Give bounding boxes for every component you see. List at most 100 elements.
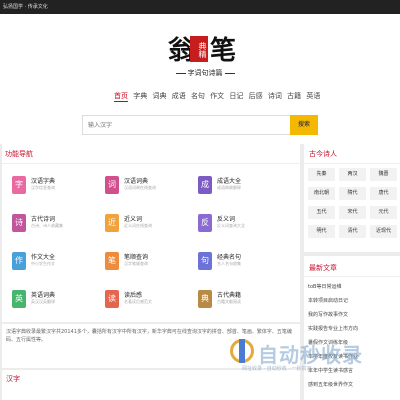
func-item[interactable]: 词 汉语词典 汉语词典在线查询 xyxy=(105,176,195,204)
articles-title: 最新文章 xyxy=(309,264,337,272)
article-link[interactable]: 我的写作故事作文 xyxy=(308,311,348,318)
func-desc: 近义词在线查询 xyxy=(124,223,152,228)
func-item[interactable]: 诗 古代诗词 古诗、诗人收藏集 xyxy=(12,214,102,242)
func-name: 古代诗词 xyxy=(31,216,56,223)
divider xyxy=(304,163,400,164)
func-desc: 成语典故解释 xyxy=(217,185,241,190)
dynasty-link[interactable]: 魏晋 xyxy=(370,168,397,181)
logo-tagline: 字词句诗篇 xyxy=(160,68,250,78)
top-bar: 弘扬国学 · 传承文化 xyxy=(0,0,400,14)
nav-cidian[interactable]: 词典 xyxy=(152,91,166,101)
english-icon: 英 xyxy=(12,290,26,308)
nav-mingju[interactable]: 名句 xyxy=(191,91,205,101)
site-logo[interactable]: 翁 典精 笔 字词句诗篇 xyxy=(160,30,250,86)
hanzi-title: 汉字 xyxy=(6,375,20,383)
articles-panel: 最新文章 toB等日常运维 本转项目启动日记 我的写作故事作文 实践报告专业上市… xyxy=(304,256,400,400)
zidian-icon: 字 xyxy=(12,176,26,194)
function-nav-panel: 功能导航 字 汉语字典 汉字信息查询 词 汉语词典 汉语词典在线查询 成 成语大… xyxy=(2,142,300,322)
watermark: 自动秒收录 网址收录 · 自动秒收 · 一秒搞定 xyxy=(230,337,400,377)
nav-shici[interactable]: 诗词 xyxy=(268,91,282,101)
func-name: 作文大全 xyxy=(31,254,56,261)
func-desc: 中小学生作文 xyxy=(31,261,55,266)
func-desc: 名著读后感范文 xyxy=(124,299,152,304)
func-item[interactable]: 典 古代典籍 古籍文献阅读 xyxy=(198,290,288,318)
nav-zuowen[interactable]: 作文 xyxy=(210,91,224,101)
topbar-text: 弘扬国学 · 传承文化 xyxy=(3,4,48,10)
func-name: 经典名句 xyxy=(217,254,242,261)
essay-icon: 作 xyxy=(12,252,26,270)
nav-riji[interactable]: 日记 xyxy=(229,91,243,101)
func-item[interactable]: 近 近义词 近义词在线查询 xyxy=(105,214,195,242)
dynasty-link[interactable]: 两汉 xyxy=(339,168,366,181)
quote-icon: 句 xyxy=(198,252,212,270)
synonym-icon: 近 xyxy=(105,214,119,232)
func-item[interactable]: 笔 笔顺查询 汉字笔顺查询 xyxy=(105,252,195,280)
divider xyxy=(304,276,400,277)
article-link[interactable]: toB等日常运维 xyxy=(308,283,341,290)
watermark-subtext: 网址收录 · 自动秒收 · 一秒搞定 xyxy=(242,366,312,372)
func-desc: 汉字笔顺查询 xyxy=(124,261,148,266)
antonym-icon: 反 xyxy=(198,214,212,232)
classics-icon: 典 xyxy=(198,290,212,308)
watermark-text: 自动秒收录 xyxy=(258,343,363,367)
func-item[interactable]: 成 成语大全 成语典故解释 xyxy=(198,176,288,204)
func-desc: 反义词查询大全 xyxy=(217,223,245,228)
poets-panel: 古今诗人 先秦 两汉 魏晋 南北朝 隋代 唐代 五代 宋代 元代 明代 清代 近… xyxy=(304,142,400,252)
poem-icon: 诗 xyxy=(12,214,26,232)
nav-hougan[interactable]: 后感 xyxy=(249,91,263,101)
func-desc: 古籍文献阅读 xyxy=(217,299,241,304)
panel-title: 功能导航 xyxy=(5,150,33,158)
chengyu-icon: 成 xyxy=(198,176,212,194)
nav-chengyu[interactable]: 成语 xyxy=(172,91,186,101)
func-name: 成语大全 xyxy=(217,178,242,185)
dynasty-link[interactable]: 近现代 xyxy=(370,225,397,238)
func-name: 读后感 xyxy=(124,292,143,299)
func-item[interactable]: 字 汉语字典 汉字信息查询 xyxy=(12,176,102,204)
dynasty-link[interactable]: 明代 xyxy=(308,225,335,238)
cidian-icon: 词 xyxy=(105,176,119,194)
dynasty-link[interactable]: 隋代 xyxy=(339,187,366,200)
nav-english[interactable]: 英语 xyxy=(306,91,320,101)
func-name: 汉语字典 xyxy=(31,178,56,185)
func-item[interactable]: 句 经典名句 名人名句收集 xyxy=(198,252,288,280)
logo-char-2: 笔 xyxy=(210,36,237,66)
func-desc: 汉语词典在线查询 xyxy=(124,185,156,190)
dynasty-link[interactable]: 宋代 xyxy=(339,206,366,219)
func-name: 古代典籍 xyxy=(217,292,242,299)
dynasty-link[interactable]: 先秦 xyxy=(308,168,335,181)
main-nav: 首页 字典 词典 成语 名句 作文 日记 后感 诗词 古籍 英语 xyxy=(114,91,323,102)
nav-zidian[interactable]: 字典 xyxy=(133,91,147,101)
func-name: 笔顺查询 xyxy=(124,254,149,261)
dynasty-link[interactable]: 五代 xyxy=(308,206,335,219)
article-link[interactable]: 实践报告专业上市方向 xyxy=(308,325,358,332)
func-item[interactable]: 反 反义词 反义词查询大全 xyxy=(198,214,288,242)
article-link[interactable]: 感到五年级世界作文 xyxy=(308,381,353,388)
func-name: 汉语词典 xyxy=(124,178,149,185)
review-icon: 读 xyxy=(105,290,119,308)
dynasty-link[interactable]: 南北朝 xyxy=(308,187,335,200)
func-item[interactable]: 作 作文大全 中小学生作文 xyxy=(12,252,102,280)
dynasty-link[interactable]: 清代 xyxy=(339,225,366,238)
dynasty-link[interactable]: 元代 xyxy=(370,206,397,219)
article-link[interactable]: 本转项目启动日记 xyxy=(308,297,348,304)
func-name: 反义词 xyxy=(217,216,236,223)
search-input[interactable] xyxy=(83,116,283,134)
nav-home[interactable]: 首页 xyxy=(114,91,128,102)
func-desc: 古诗、诗人收藏集 xyxy=(31,223,63,228)
divider xyxy=(2,163,300,164)
poets-title: 古今诗人 xyxy=(309,150,337,158)
watermark-logo-icon xyxy=(230,339,254,363)
stroke-icon: 笔 xyxy=(105,252,119,270)
func-desc: 名人名句收集 xyxy=(217,261,241,266)
site-header: 翁 典精 笔 字词句诗篇 首页 字典 词典 成语 名句 作文 日记 后感 诗词 … xyxy=(0,14,400,144)
search-button[interactable]: 搜索 xyxy=(290,115,318,135)
func-name: 英语词典 xyxy=(31,292,56,299)
dynasty-link[interactable]: 唐代 xyxy=(370,187,397,200)
nav-guji[interactable]: 古籍 xyxy=(287,91,301,101)
search-bar: 搜索 xyxy=(82,115,318,135)
func-item[interactable]: 读 读后感 名著读后感范文 xyxy=(105,290,195,318)
logo-seal: 典精 xyxy=(190,36,208,62)
func-desc: 英汉汉英翻译 xyxy=(31,299,55,304)
func-item[interactable]: 英 英语词典 英汉汉英翻译 xyxy=(12,290,102,318)
func-name: 近义词 xyxy=(124,216,143,223)
